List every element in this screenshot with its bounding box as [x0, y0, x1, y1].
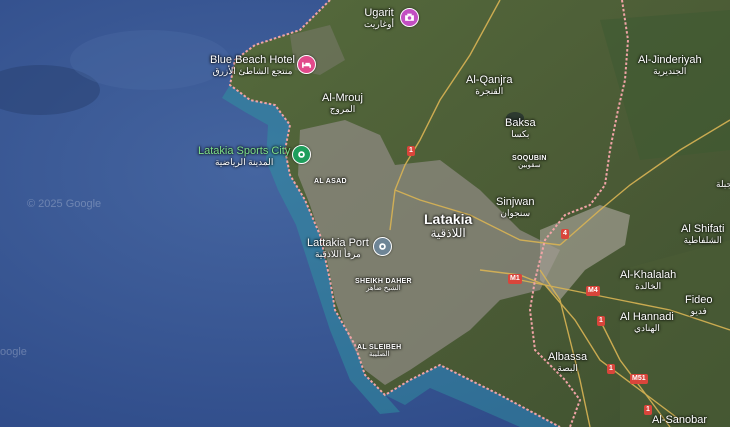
road-shield-m1: M1 — [508, 274, 522, 284]
place-fideo[interactable]: Fideo فديو — [685, 294, 713, 316]
road-shield-1b: 1 — [597, 316, 605, 326]
watermark: © 2025 Google — [27, 198, 102, 210]
place-lattakia-port[interactable]: Lattakia Port مرفأ اللاذقية — [307, 237, 369, 259]
place-al-asad[interactable]: AL ASAD — [314, 178, 347, 185]
map-view[interactable]: © 2025 Google oogle Ugarit أوغاريت Blue … — [0, 0, 730, 427]
place-al-sanobar[interactable]: Al-Sanobar — [652, 414, 707, 427]
watermark-edge: oogle — [0, 346, 27, 358]
road-shield-4: 4 — [561, 229, 569, 239]
road-shield-1c: 1 — [607, 364, 615, 374]
road-shield-m51: M51 — [630, 374, 648, 384]
place-east-edge[interactable]: جبلة — [716, 179, 730, 189]
place-al-khalalah[interactable]: Al-Khalalah الخالدة — [620, 269, 676, 291]
place-ugarit[interactable]: Ugarit أوغاريت — [364, 7, 394, 29]
place-sinjwan[interactable]: Sinjwan سنجوان — [496, 196, 535, 218]
place-al-mrouj[interactable]: Al-Mrouj المروج — [322, 92, 363, 114]
place-blue-beach-hotel[interactable]: Blue Beach Hotel منتجع الشاطئ الأزرق — [210, 54, 295, 76]
road-shield-m4: M4 — [586, 286, 600, 296]
port-pin-icon[interactable] — [373, 237, 392, 256]
place-al-jinderiyah[interactable]: Al-Jinderiyah الجنديرية — [638, 54, 702, 76]
place-baksa[interactable]: Baksa بكسا — [505, 117, 536, 139]
place-albassa[interactable]: Albassa البصة — [548, 351, 587, 373]
hotel-pin-icon[interactable] — [297, 55, 316, 74]
satellite-base — [0, 0, 730, 427]
park-pin-icon[interactable] — [292, 145, 311, 164]
place-latakia-sports-city[interactable]: Latakia Sports City المدينة الرياضية — [198, 145, 290, 167]
road-shield-1: 1 — [407, 146, 415, 156]
place-soqubin[interactable]: SOQUBIN سقوبين — [512, 155, 547, 170]
place-al-shifati[interactable]: Al Shifati الشلفاطية — [681, 223, 724, 245]
place-al-sleibeh[interactable]: AL SLEIBEH الصليبة — [357, 344, 402, 359]
road-shield-1d: 1 — [644, 405, 652, 415]
place-al-qanjra[interactable]: Al-Qanjra القنجرة — [466, 74, 512, 96]
museum-pin-icon[interactable] — [400, 8, 419, 27]
place-sheikh-daher[interactable]: SHEIKH DAHER الشيخ ضاهر — [355, 278, 412, 293]
place-al-hannadi[interactable]: Al Hannadi الهنادي — [620, 311, 674, 333]
place-latakia[interactable]: Latakia اللاذقية — [424, 212, 472, 239]
